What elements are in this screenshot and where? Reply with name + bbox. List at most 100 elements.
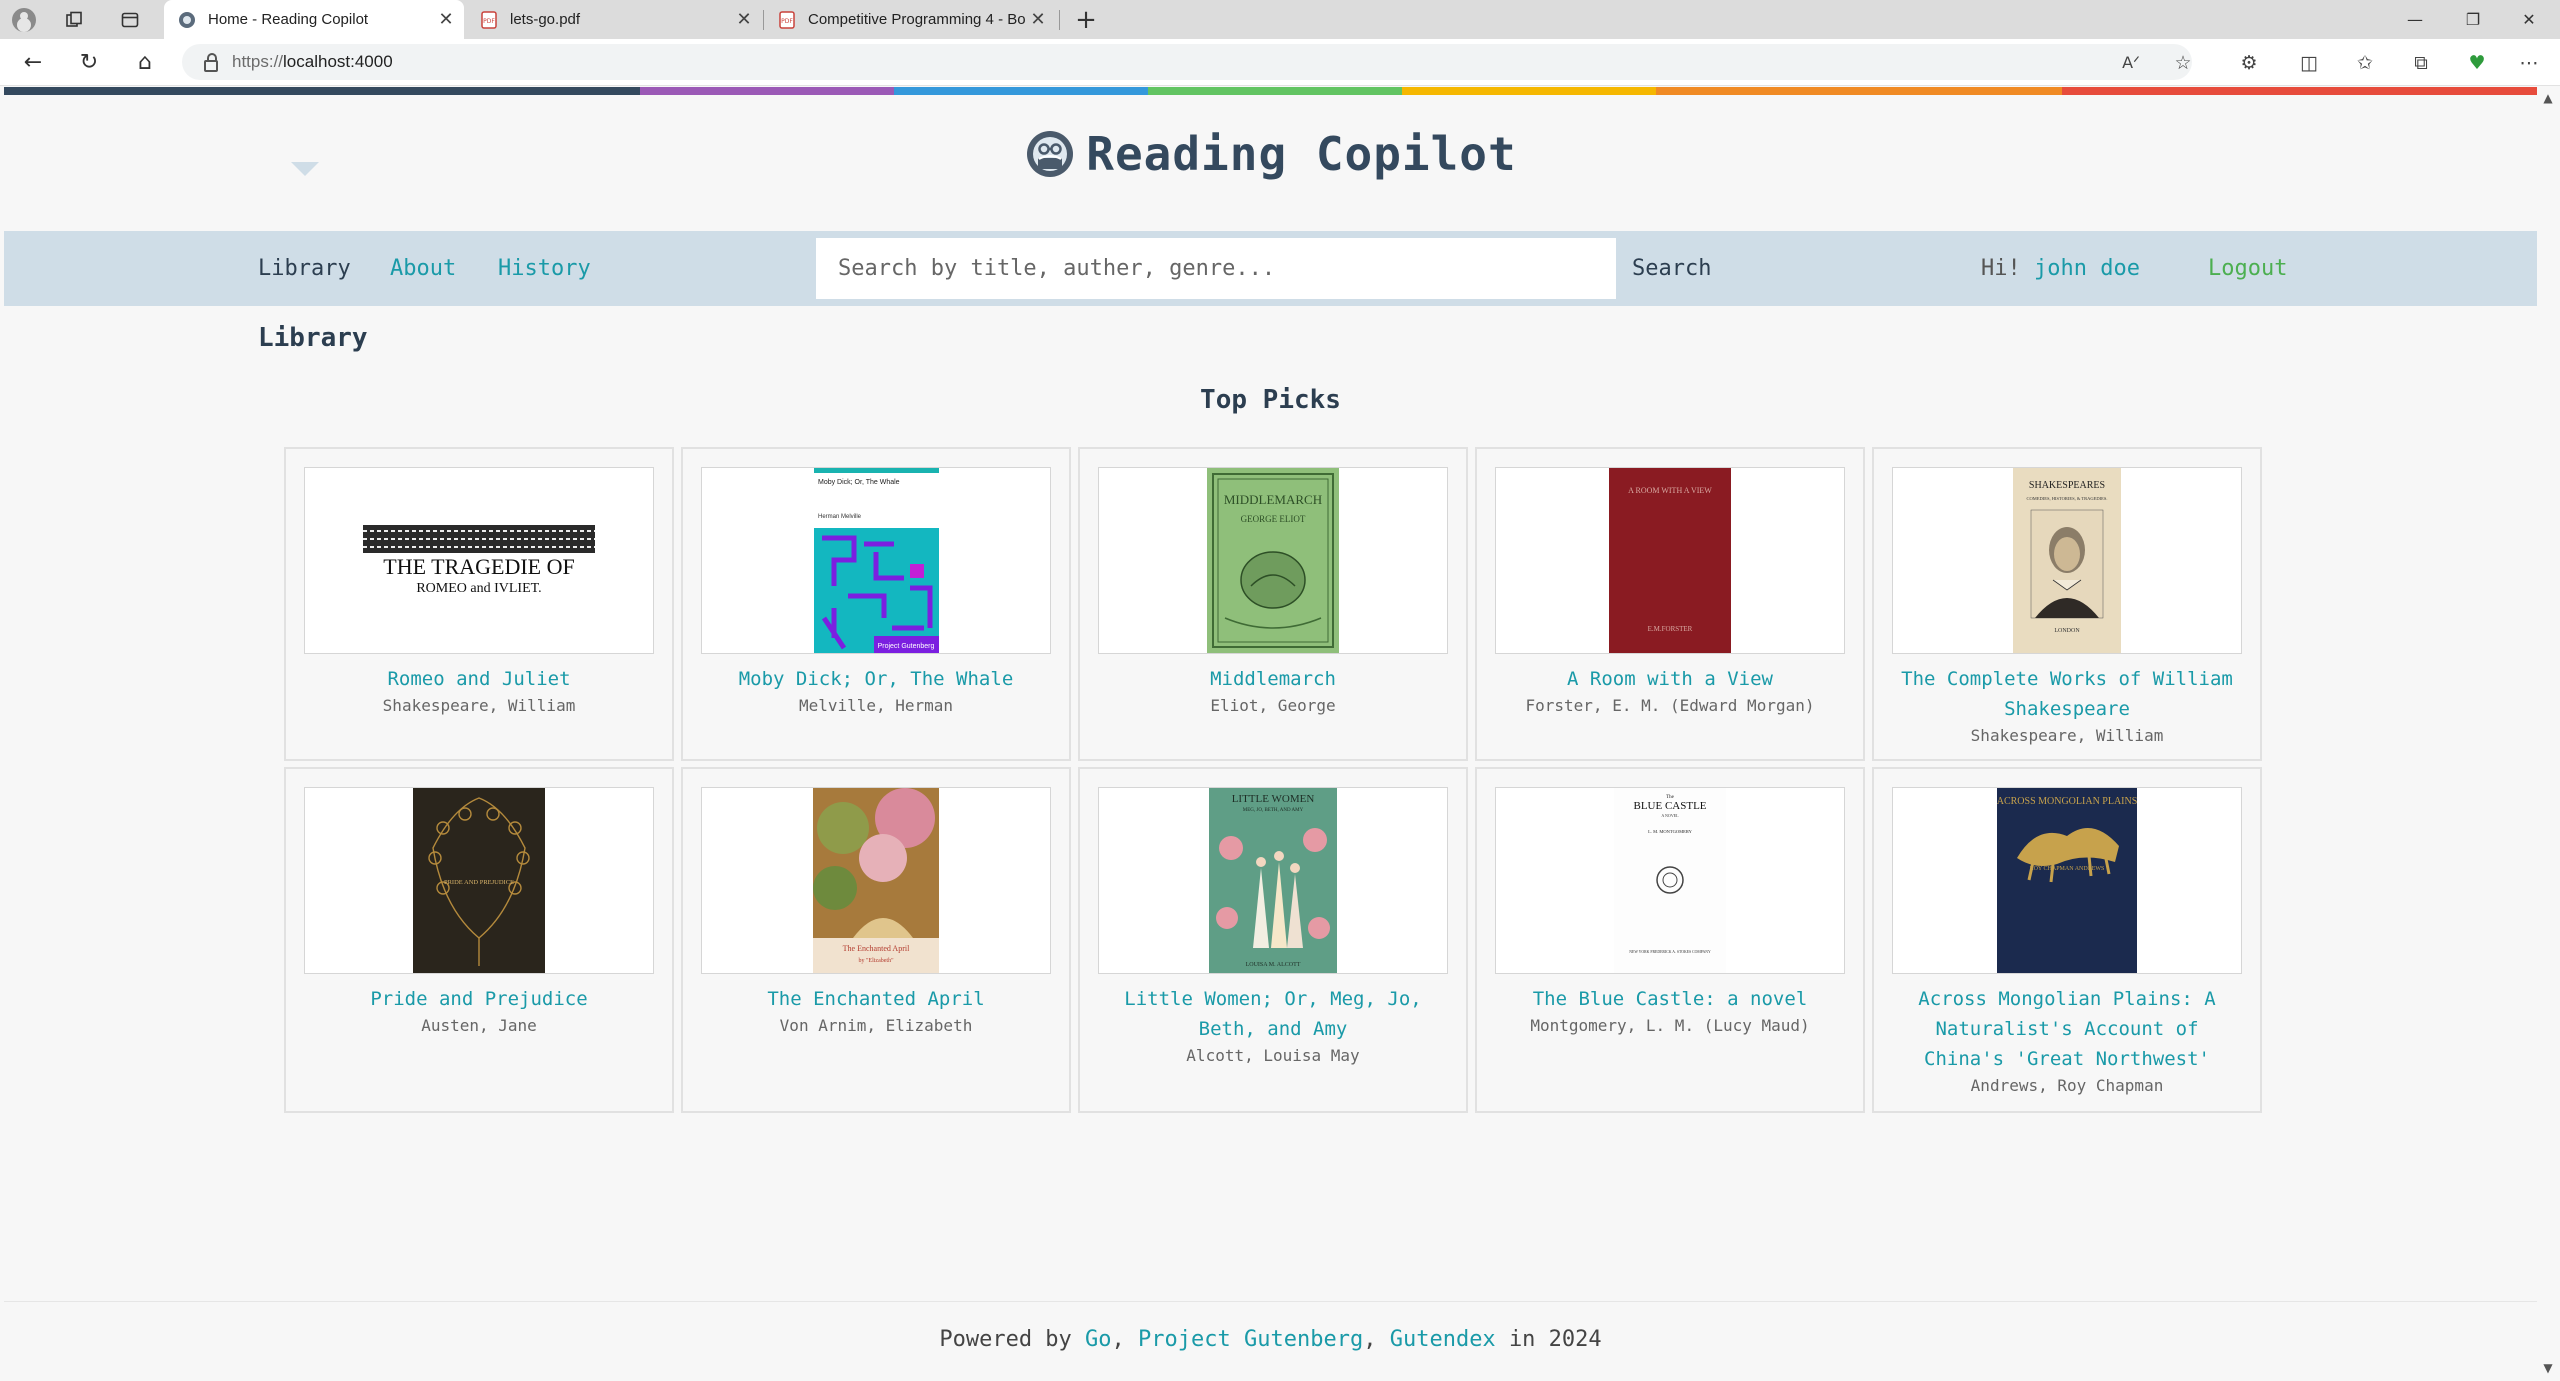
book-cover-image[interactable]: The Enchanted April by "Elizabeth" bbox=[813, 788, 939, 973]
book-cover-image[interactable]: ACROSS MONGOLIAN PLAINS ROY CHAPMAN ANDR… bbox=[1997, 788, 2137, 973]
book-title-link[interactable]: The Enchanted April bbox=[699, 984, 1053, 1014]
url-text[interactable]: https://localhost:4000 bbox=[232, 52, 393, 72]
lock-icon[interactable] bbox=[204, 53, 218, 72]
page-scrollbar[interactable]: ▲ ▼ bbox=[2537, 87, 2560, 1381]
tab-title: Competitive Programming 4 - Bo bbox=[808, 11, 1026, 28]
site-title: Reading Copilot bbox=[1086, 127, 1517, 181]
extensions-icon[interactable]: ⚙ bbox=[2234, 48, 2264, 78]
book-cover-image[interactable]: PRIDE AND PREJUDICE bbox=[413, 788, 545, 973]
book-cover-frame[interactable]: Moby Dick; Or, The Whale Herman Melville… bbox=[701, 467, 1051, 654]
more-options-icon[interactable]: ⋯ bbox=[2514, 48, 2544, 78]
tab-competitive-programming-4[interactable]: PDF Competitive Programming 4 - Bo ✕ bbox=[764, 0, 1056, 39]
book-grid: THE TRAGEDIE OF ROMEO and IVLIET. Romeo … bbox=[284, 447, 2262, 1113]
book-cover-frame[interactable]: MIDDLEMARCH GEORGE ELIOT bbox=[1098, 467, 1448, 654]
search-button[interactable]: Search bbox=[1632, 231, 1711, 306]
book-cover-frame[interactable]: SHAKESPEARES COMEDIES, HISTORIES, & TRAG… bbox=[1892, 467, 2242, 654]
book-cover-image[interactable]: The BLUE CASTLE A NOVEL L. M. MONTGOMERY… bbox=[1614, 788, 1726, 973]
book-cover-frame[interactable]: ACROSS MONGOLIAN PLAINS ROY CHAPMAN ANDR… bbox=[1892, 787, 2242, 974]
home-icon[interactable]: ⌂ bbox=[130, 48, 160, 78]
book-title-link[interactable]: Middlemarch bbox=[1096, 664, 1450, 694]
book-card[interactable]: A ROOM WITH A VIEW E.M.FORSTER A Room wi… bbox=[1475, 447, 1865, 761]
pdf-file-icon: PDF bbox=[779, 10, 795, 29]
book-cover-frame[interactable]: The Enchanted April by "Elizabeth" bbox=[701, 787, 1051, 974]
book-cover-image[interactable]: Moby Dick; Or, The Whale Herman Melville… bbox=[813, 468, 939, 653]
footer-link-project-gutenberg[interactable]: Project Gutenberg bbox=[1138, 1327, 1363, 1352]
book-card[interactable]: LITTLE WOMEN MEG, JO, BETH, AND AMY LOUI… bbox=[1078, 767, 1468, 1113]
book-title-link[interactable]: Little Women; Or, Meg, Jo, Beth, and Amy bbox=[1096, 984, 1450, 1044]
book-cover-image[interactable]: SHAKESPEARES COMEDIES, HISTORIES, & TRAG… bbox=[2013, 468, 2121, 653]
book-card[interactable]: THE TRAGEDIE OF ROMEO and IVLIET. Romeo … bbox=[284, 447, 674, 761]
address-bar[interactable]: https://localhost:4000 bbox=[182, 44, 2192, 80]
book-card[interactable]: PRIDE AND PREJUDICE Pride and Prejudice … bbox=[284, 767, 674, 1113]
vertical-tabs-icon[interactable] bbox=[116, 6, 144, 34]
svg-text:PDF: PDF bbox=[483, 18, 495, 25]
site-brand[interactable]: Reading Copilot bbox=[4, 127, 2537, 181]
new-tab-button[interactable]: + bbox=[1072, 5, 1100, 35]
book-card[interactable]: ACROSS MONGOLIAN PLAINS ROY CHAPMAN ANDR… bbox=[1872, 767, 2262, 1113]
favorites-icon[interactable]: ✩ bbox=[2350, 48, 2380, 78]
logout-link[interactable]: Logout bbox=[2208, 231, 2287, 306]
book-author: Austen, Jane bbox=[421, 1016, 537, 1035]
book-cover-frame[interactable]: THE TRAGEDIE OF ROMEO and IVLIET. bbox=[304, 467, 654, 654]
book-card[interactable]: SHAKESPEARES COMEDIES, HISTORIES, & TRAG… bbox=[1872, 447, 2262, 761]
book-author: Melville, Herman bbox=[798, 696, 954, 715]
back-arrow-icon[interactable]: ← bbox=[18, 48, 48, 78]
profile-icon[interactable] bbox=[12, 8, 36, 32]
top-picks-heading: Top Picks bbox=[1200, 385, 1341, 415]
tab-home-reading-copilot[interactable]: Home - Reading Copilot ✕ bbox=[164, 0, 464, 39]
svg-text:ACROSS MONGOLIAN PLAINS: ACROSS MONGOLIAN PLAINS bbox=[1997, 796, 2137, 807]
book-title-link[interactable]: The Blue Castle: a novel bbox=[1493, 984, 1847, 1014]
book-cover-image[interactable]: A ROOM WITH A VIEW E.M.FORSTER bbox=[1609, 468, 1731, 653]
workspaces-icon[interactable] bbox=[60, 6, 88, 34]
book-title-link[interactable]: Moby Dick; Or, The Whale bbox=[699, 664, 1053, 694]
search-input[interactable] bbox=[816, 238, 1616, 299]
book-cover-frame[interactable]: The BLUE CASTLE A NOVEL L. M. MONTGOMERY… bbox=[1495, 787, 1845, 974]
svg-text:PDF: PDF bbox=[781, 18, 793, 25]
close-tab-icon[interactable]: ✕ bbox=[734, 9, 754, 30]
footer-link-go[interactable]: Go bbox=[1085, 1327, 1112, 1352]
book-cover-image[interactable]: THE TRAGEDIE OF ROMEO and IVLIET. bbox=[355, 520, 603, 601]
split-screen-icon[interactable]: ◫ bbox=[2294, 48, 2324, 78]
book-title-link[interactable]: A Room with a View bbox=[1493, 664, 1847, 694]
read-aloud-icon[interactable]: Aᐟ bbox=[2116, 48, 2146, 78]
browser-essentials-icon[interactable]: ♥ bbox=[2462, 48, 2492, 78]
footer-link-gutendex[interactable]: Gutendex bbox=[1390, 1327, 1496, 1352]
book-card[interactable]: The Enchanted April by "Elizabeth" The E… bbox=[681, 767, 1071, 1113]
svg-text:PRIDE AND PREJUDICE: PRIDE AND PREJUDICE bbox=[444, 879, 514, 886]
reload-icon[interactable]: ↻ bbox=[74, 48, 104, 78]
book-cover-frame[interactable]: PRIDE AND PREJUDICE bbox=[304, 787, 654, 974]
book-cover-image[interactable]: LITTLE WOMEN MEG, JO, BETH, AND AMY LOUI… bbox=[1209, 788, 1337, 973]
nav-about-link[interactable]: About bbox=[390, 231, 456, 306]
collections-icon[interactable]: ⧉ bbox=[2406, 48, 2436, 78]
footer-prefix: Powered by bbox=[939, 1327, 1072, 1352]
user-name-link[interactable]: john doe bbox=[2034, 256, 2140, 281]
svg-text:THE TRAGEDIE OF: THE TRAGEDIE OF bbox=[383, 554, 574, 579]
book-title-link[interactable]: Across Mongolian Plains: A Naturalist's … bbox=[1890, 984, 2244, 1074]
svg-text:by "Elizabeth": by "Elizabeth" bbox=[858, 958, 894, 964]
book-title-link[interactable]: Pride and Prejudice bbox=[302, 984, 656, 1014]
scroll-up-arrow-icon[interactable]: ▲ bbox=[2541, 91, 2555, 105]
book-title-link[interactable]: The Complete Works of William Shakespear… bbox=[1890, 664, 2244, 724]
book-card[interactable]: MIDDLEMARCH GEORGE ELIOT Middlemarch Eli… bbox=[1078, 447, 1468, 761]
close-window-button[interactable]: ✕ bbox=[2506, 4, 2552, 36]
svg-text:MIDDLEMARCH: MIDDLEMARCH bbox=[1224, 492, 1322, 507]
book-card[interactable]: The BLUE CASTLE A NOVEL L. M. MONTGOMERY… bbox=[1475, 767, 1865, 1113]
close-tab-icon[interactable]: ✕ bbox=[436, 9, 456, 30]
minimize-button[interactable]: — bbox=[2392, 4, 2438, 36]
nav-history-link[interactable]: History bbox=[498, 231, 591, 306]
scroll-down-arrow-icon[interactable]: ▼ bbox=[2541, 1361, 2555, 1375]
svg-text:Moby Dick; Or, The Whale: Moby Dick; Or, The Whale bbox=[818, 479, 900, 486]
book-author: Andrews, Roy Chapman bbox=[1970, 1076, 2164, 1095]
svg-text:NEW YORK FREDERICK A. STOKES C: NEW YORK FREDERICK A. STOKES COMPANY bbox=[1629, 950, 1711, 954]
book-title-link[interactable]: Romeo and Juliet bbox=[302, 664, 656, 694]
tab-title: Home - Reading Copilot bbox=[208, 11, 369, 28]
book-cover-frame[interactable]: A ROOM WITH A VIEW E.M.FORSTER bbox=[1495, 467, 1845, 654]
close-tab-icon[interactable]: ✕ bbox=[1028, 9, 1048, 30]
book-cover-frame[interactable]: LITTLE WOMEN MEG, JO, BETH, AND AMY LOUI… bbox=[1098, 787, 1448, 974]
nav-library-link[interactable]: Library bbox=[258, 231, 351, 306]
tab-lets-go-pdf[interactable]: PDF lets-go.pdf ✕ bbox=[466, 0, 762, 39]
book-card[interactable]: Moby Dick; Or, The Whale Herman Melville… bbox=[681, 447, 1071, 761]
restore-button[interactable]: ❐ bbox=[2450, 4, 2496, 36]
favorite-star-icon[interactable]: ☆ bbox=[2168, 48, 2198, 78]
book-cover-image[interactable]: MIDDLEMARCH GEORGE ELIOT bbox=[1207, 468, 1339, 653]
